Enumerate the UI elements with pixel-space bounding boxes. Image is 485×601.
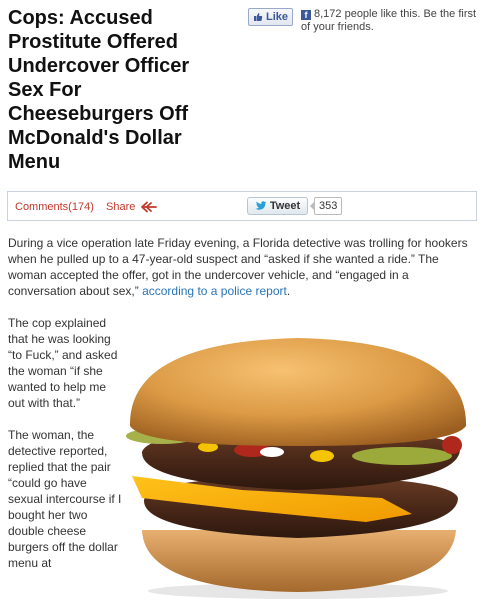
share-label: Share [106, 201, 136, 213]
like-label: Like [265, 11, 288, 23]
thumbs-up-icon [253, 13, 263, 21]
article-side-column: The cop explained that he was looking “t… [8, 315, 124, 587]
facebook-like-text: 8,172 people like this. Be the first of … [301, 8, 477, 33]
comments-link[interactable]: Comments(174) [15, 201, 94, 213]
article-paragraph: The woman, the detective reported, repli… [8, 428, 122, 570]
share-button[interactable]: Share [106, 201, 158, 213]
double-cheeseburger-image [126, 338, 467, 599]
tweet-count: 353 [309, 197, 343, 215]
article-paragraph: The cop explained that he was looking “t… [8, 316, 118, 410]
article-intro: During a vice operation late Friday even… [8, 235, 478, 299]
intro-end: . [286, 284, 291, 298]
tweet-button[interactable]: Tweet [247, 197, 308, 215]
facebook-logo-icon: f [301, 10, 311, 20]
facebook-like-count: f 8,172 people like this. Be the first of… [301, 8, 481, 34]
tweet-label: Tweet [269, 200, 301, 212]
police-report-link[interactable]: according to a police report [142, 284, 287, 298]
facebook-like-button[interactable]: Like [248, 8, 293, 26]
twitter-bird-icon [255, 201, 267, 210]
share-arrow-icon [141, 201, 158, 213]
article-headline: Cops: Accused Prostitute Offered Underco… [8, 7, 190, 173]
share-bar: Comments(174) Share Tweet 353 [7, 191, 477, 221]
